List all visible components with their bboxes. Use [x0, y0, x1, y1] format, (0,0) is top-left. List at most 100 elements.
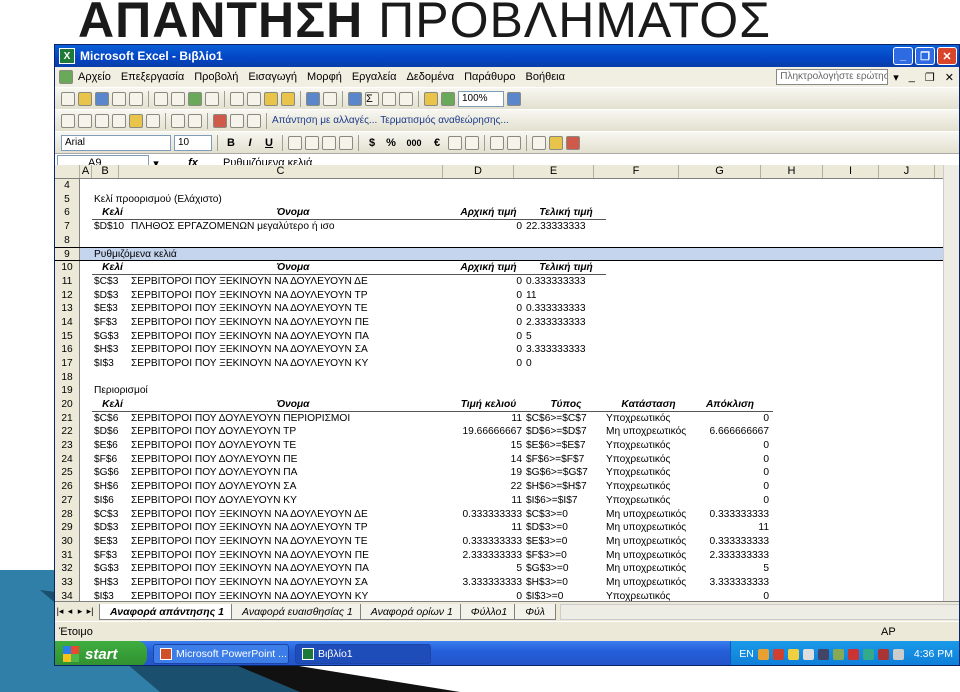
new-icon[interactable]	[61, 91, 75, 106]
cell-g[interactable]: 3.333333333	[691, 576, 773, 590]
cell-d[interactable]: 11	[455, 412, 526, 426]
col-header-j[interactable]: J	[879, 165, 935, 178]
row-header[interactable]: 27	[55, 493, 80, 508]
sort-desc-icon[interactable]	[399, 91, 413, 106]
cell-f[interactable]	[606, 302, 691, 316]
task-powerpoint[interactable]: Microsoft PowerPoint ...	[153, 644, 289, 664]
bold-button[interactable]: B	[223, 137, 239, 149]
row-header[interactable]: 9	[55, 248, 80, 260]
cell-b[interactable]: $G$3	[92, 330, 131, 344]
menu-insert[interactable]: Εισαγωγή	[243, 71, 302, 83]
cell-e[interactable]: Τελική τιμή	[526, 261, 606, 275]
menu-format[interactable]: Μορφή	[302, 71, 347, 83]
cell-a[interactable]	[80, 371, 92, 385]
row-header[interactable]: 15	[55, 329, 80, 344]
cell-f[interactable]	[606, 343, 691, 357]
sheet-tab-sheet1[interactable]: Φύλλο1	[459, 603, 519, 620]
cell-b[interactable]: $D$3	[92, 521, 131, 535]
cell-d[interactable]	[455, 371, 526, 385]
next-sheet-icon[interactable]: ▸	[75, 606, 85, 617]
cell-c[interactable]: ΣΕΡΒΙΤΟΡΟΙ ΠΟΥ ΔΟΥΛΕΥΟΥΝ ΤΡ	[131, 425, 455, 439]
review-icon-3[interactable]	[95, 113, 109, 128]
decrease-decimal-icon[interactable]	[465, 135, 479, 150]
tray-icon-5[interactable]	[817, 648, 829, 660]
cell-g[interactable]: 0	[691, 590, 773, 601]
cell-c[interactable]: ΣΕΡΒΙΤΟΡΟΙ ΠΟΥ ΔΟΥΛΕΥΟΥΝ ΚΥ	[131, 494, 455, 508]
cell-d[interactable]: 0	[455, 316, 526, 330]
permission-icon[interactable]	[112, 91, 126, 106]
cell-b[interactable]	[92, 179, 131, 193]
cell-c[interactable]: ΣΕΡΒΙΤΟΡΟΙ ΠΟΥ ΞΕΚΙΝΟΥΝ ΝΑ ΔΟΥΛΕΥΟΥΝ ΣΑ	[131, 343, 455, 357]
cell-f[interactable]	[606, 357, 691, 371]
tray-icon-2[interactable]	[772, 648, 784, 660]
cell-g[interactable]: 0	[691, 480, 773, 494]
language-indicator[interactable]: EN	[739, 648, 754, 660]
review-icon-4[interactable]	[112, 113, 126, 128]
cell-c[interactable]	[131, 248, 455, 260]
cell-f[interactable]	[606, 384, 691, 398]
cell-c[interactable]: ΣΕΡΒΙΤΟΡΟΙ ΠΟΥ ΞΕΚΙΝΟΥΝ ΝΑ ΔΟΥΛΕΥΟΥΝ ΤΕ	[131, 302, 455, 316]
cell-c[interactable]: ΣΕΡΒΙΤΟΡΟΙ ΠΟΥ ΔΟΥΛΕΥΟΥΝ ΣΑ	[131, 480, 455, 494]
cell-f[interactable]: Μη υποχρεωτικός	[606, 425, 691, 439]
cell-g[interactable]	[691, 261, 773, 275]
save-icon[interactable]	[95, 91, 109, 106]
cell-c[interactable]: ΣΕΡΒΙΤΟΡΟΙ ΠΟΥ ΞΕΚΙΝΟΥΝ ΝΑ ΔΟΥΛΕΥΟΥΝ ΔΕ	[131, 508, 455, 522]
increase-indent-icon[interactable]	[507, 135, 521, 150]
table-row[interactable]: 20 Κελί Όνομα Τιμή κελιού Τύπος Κατάσταση Απόκ…	[55, 398, 959, 412]
col-header-i[interactable]: I	[823, 165, 879, 178]
row-header[interactable]: 16	[55, 343, 80, 357]
cell-b[interactable]: $D$3	[92, 289, 131, 303]
cell-b[interactable]	[92, 234, 131, 248]
table-row[interactable]: 25 $G$6 ΣΕΡΒΙΤΟΡΟΙ ΠΟΥ ΔΟΥΛΕΥΟΥΝ ΠΑ 19 $G$6>…	[55, 466, 959, 481]
start-button[interactable]: start	[55, 641, 147, 665]
cell-e[interactable]: $G$3>=0	[526, 562, 606, 576]
cell-g[interactable]	[691, 275, 773, 289]
italic-button[interactable]: I	[242, 137, 258, 149]
increase-decimal-icon[interactable]	[448, 135, 462, 150]
row-header[interactable]: 4	[55, 179, 80, 193]
cell-c[interactable]: ΣΕΡΒΙΤΟΡΟΙ ΠΟΥ ΔΟΥΛΕΥΟΥΝ ΠΕΡΙΟΡΙΣΜΟΙ	[131, 412, 455, 426]
cell-g[interactable]: 0.333333333	[691, 508, 773, 522]
comma-style-button[interactable]: 000	[402, 138, 426, 148]
cell-g[interactable]: 0	[691, 466, 773, 480]
row-header[interactable]: 7	[55, 220, 80, 234]
cell-d[interactable]: 0	[455, 343, 526, 357]
cell-f[interactable]: Υποχρεωτικός	[606, 466, 691, 480]
font-color-icon[interactable]	[566, 135, 580, 150]
table-row[interactable]: 18	[55, 370, 959, 385]
cell-a[interactable]	[80, 316, 92, 330]
align-left-icon[interactable]	[288, 135, 302, 150]
cell-b[interactable]: $C$3	[92, 275, 131, 289]
table-row[interactable]: 27 $I$6 ΣΕΡΒΙΤΟΡΟΙ ΠΟΥ ΔΟΥΛΕΥΟΥΝ ΚΥ 11 $I$6>…	[55, 493, 959, 508]
cell-f[interactable]: Υποχρεωτικός	[606, 590, 691, 601]
cell-a[interactable]	[80, 302, 92, 316]
row-header[interactable]: 29	[55, 521, 80, 535]
cell-b[interactable]: $H$3	[92, 576, 131, 590]
cell-f[interactable]: Μη υποχρεωτικός	[606, 508, 691, 522]
col-header-d[interactable]: D	[443, 165, 514, 178]
cell-b[interactable]: Κελί	[92, 206, 131, 221]
cell-g[interactable]: Απόκλιση	[691, 398, 773, 412]
cell-d[interactable]: 19.66666667	[455, 425, 526, 439]
row-header[interactable]: 14	[55, 315, 80, 330]
cell-f[interactable]: Μη υποχρεωτικός	[606, 535, 691, 549]
row-header[interactable]: 17	[55, 356, 80, 371]
underline-button[interactable]: U	[261, 137, 277, 149]
cell-e[interactable]: $H$6>=$H$7	[526, 480, 606, 494]
zoom-select[interactable]: 100%	[458, 90, 504, 107]
cell-g[interactable]	[691, 206, 773, 220]
cell-f[interactable]	[606, 206, 691, 220]
table-row[interactable]: 17 $I$3 ΣΕΡΒΙΤΟΡΟΙ ΠΟΥ ΞΕΚΙΝΟΥΝ ΝΑ ΔΟΥΛΕΥΟ…	[55, 356, 959, 371]
cell-f[interactable]: Υποχρεωτικός	[606, 494, 691, 508]
menu-view[interactable]: Προβολή	[189, 71, 243, 83]
cell-b[interactable]: $I$3	[92, 357, 131, 371]
cell-e[interactable]: 22.33333333	[526, 220, 606, 234]
cell-b[interactable]: $I$6	[92, 494, 131, 508]
end-review-button[interactable]: Τερματισμός αναθεώρησης...	[380, 115, 509, 126]
cell-b[interactable]: Κελί	[92, 398, 131, 412]
cell-d[interactable]: Αρχική τιμή	[455, 261, 526, 275]
cell-d[interactable]: 14	[455, 453, 526, 467]
cell-c[interactable]: Όνομα	[131, 206, 455, 221]
cell-a[interactable]	[80, 412, 92, 426]
cell-a[interactable]	[80, 494, 92, 508]
